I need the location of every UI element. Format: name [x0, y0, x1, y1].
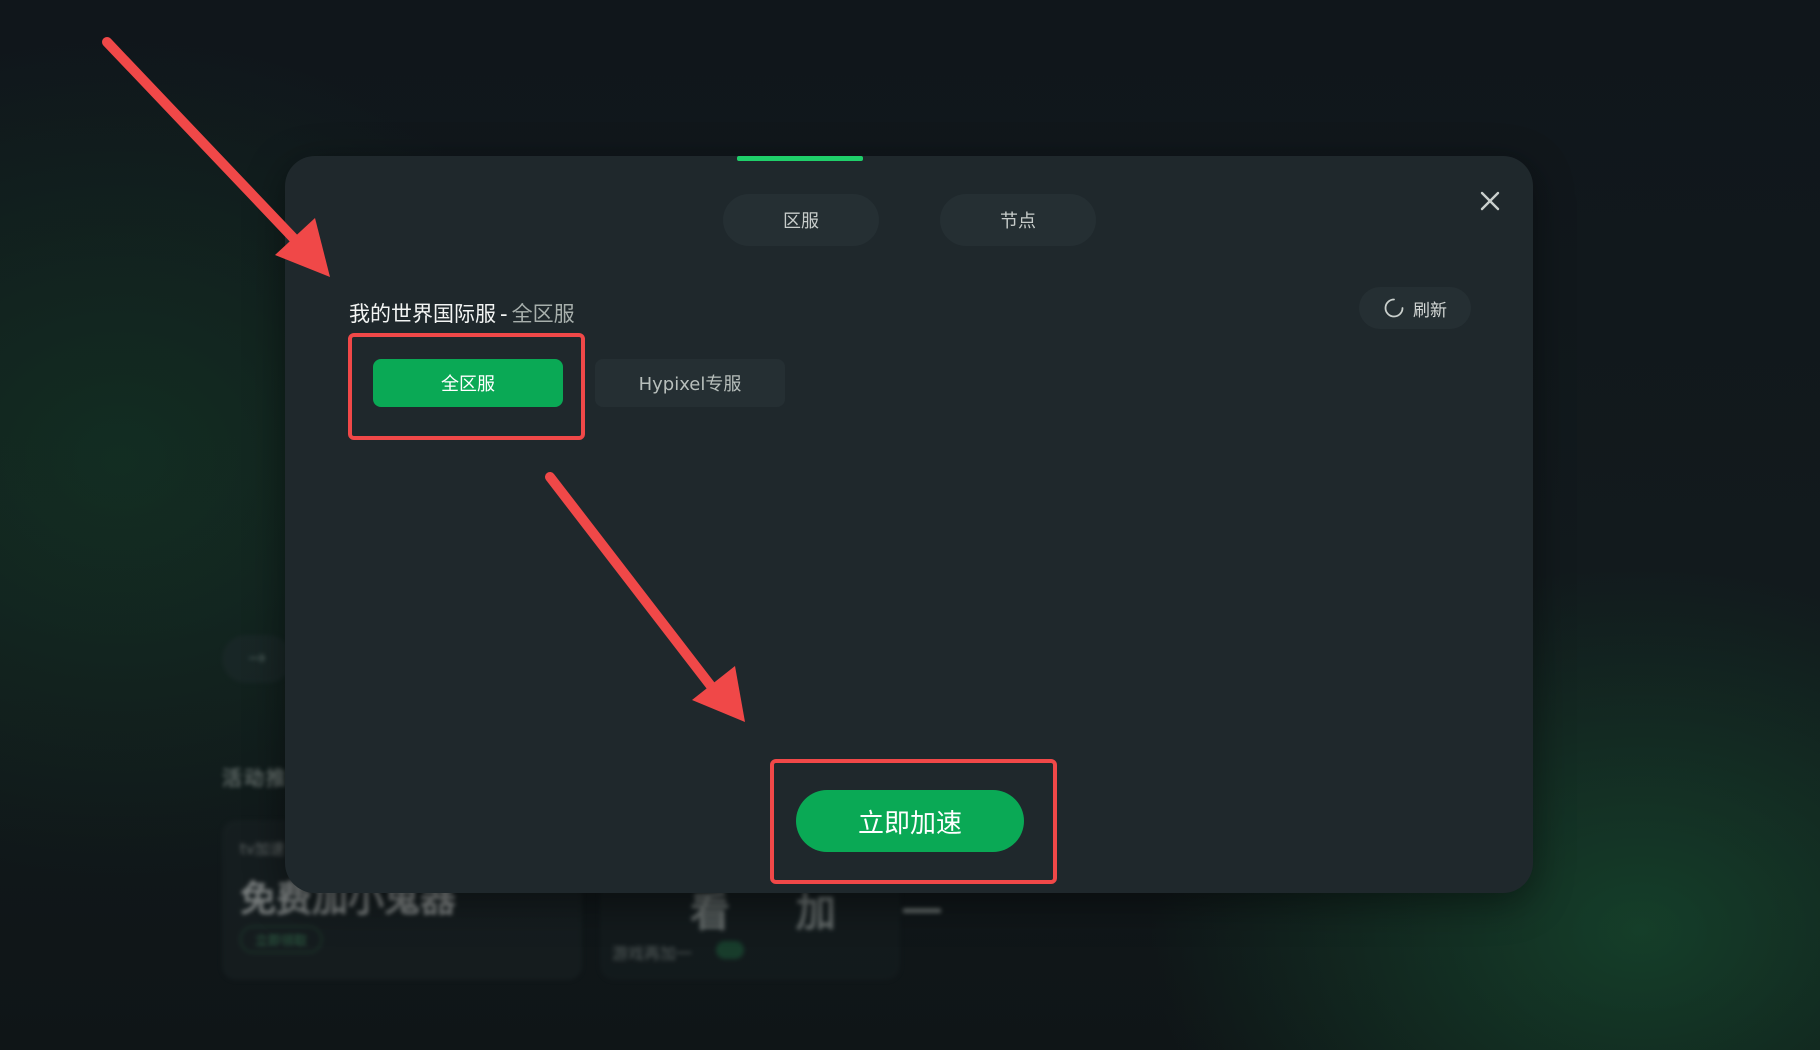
annotation-arrows — [102, 37, 745, 722]
arrow-annotation-1 — [102, 37, 330, 277]
arrow-annotation-2 — [545, 472, 745, 722]
